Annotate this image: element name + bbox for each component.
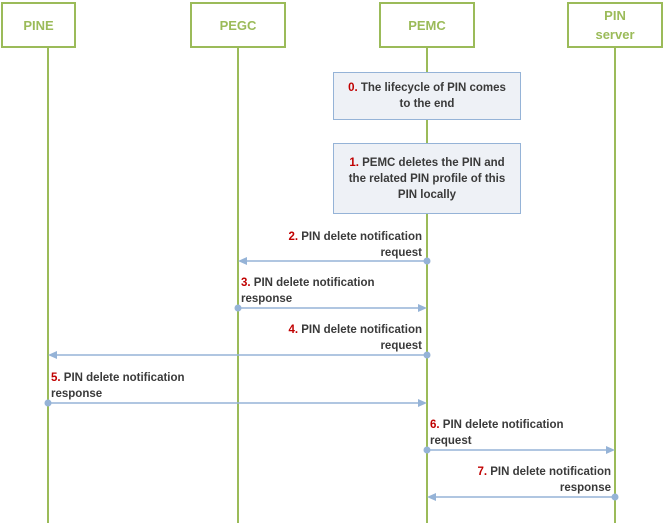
label-line1: PIN delete notification — [60, 372, 185, 384]
label-line2: request — [380, 340, 422, 352]
message-label-7: 7. PIN delete notification response — [411, 464, 611, 496]
label-line2: response — [241, 293, 293, 305]
entity-pegc: PEGC — [190, 2, 286, 48]
note-step-0: 0. The lifecycle of PIN comes to the end — [333, 72, 521, 120]
message-label-3: 3. PIN delete notification response — [241, 275, 441, 307]
step-number: 2. — [288, 231, 299, 243]
label-line2: response — [559, 482, 611, 494]
note-text: The lifecycle of PIN comes to the end — [357, 82, 506, 110]
label-line1: PIN delete notification — [298, 231, 422, 243]
step-number: 0. — [348, 82, 358, 94]
message-label-6: 6. PIN delete notification request — [430, 417, 630, 449]
sequence-diagram: PINE PEGC PEMC PIN server 0. The lifecyc… — [0, 0, 664, 523]
entity-pemc: PEMC — [379, 2, 475, 48]
step-number: 5. — [51, 372, 61, 384]
message-label-5: 5. PIN delete notification response — [51, 370, 251, 402]
label-line1: PIN delete notification — [298, 324, 422, 336]
message-label-4: 4. PIN delete notification request — [222, 322, 422, 354]
label-line2: request — [430, 435, 472, 447]
label-line1: PIN delete notification — [487, 466, 611, 478]
step-number: 4. — [288, 324, 299, 336]
step-number: 7. — [477, 466, 488, 478]
step-number: 6. — [430, 419, 440, 431]
note-step-1: 1. PEMC deletes the PIN and the related … — [333, 143, 521, 214]
label-line1: PIN delete notification — [250, 277, 375, 289]
message-label-2: 2. PIN delete notification request — [222, 229, 422, 261]
arrow-origin-dot — [611, 493, 619, 501]
arrow-origin-dot — [423, 351, 431, 359]
label-line2: request — [380, 247, 422, 259]
entity-pine: PINE — [1, 2, 76, 48]
note-text: PEMC deletes the PIN and the related PIN… — [348, 156, 506, 201]
entity-pin-server: PIN server — [567, 2, 663, 48]
arrowhead — [48, 351, 57, 359]
label-line2: response — [51, 388, 103, 400]
step-number: 3. — [241, 277, 251, 289]
arrowhead — [418, 399, 427, 407]
arrow-origin-dot — [423, 257, 431, 265]
step-number: 1. — [349, 156, 359, 169]
label-line1: PIN delete notification — [439, 419, 564, 431]
